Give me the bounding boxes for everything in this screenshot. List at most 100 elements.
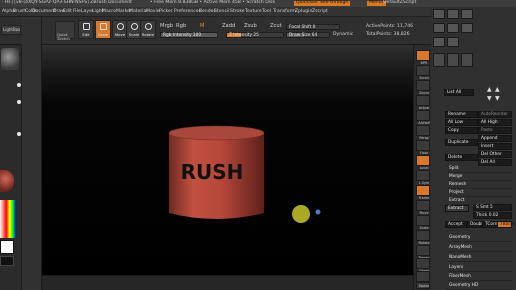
tool-thumb-9[interactable] [433, 53, 445, 67]
menu-texture[interactable]: Texture [245, 9, 262, 15]
menu-macro[interactable]: Macro [102, 9, 116, 15]
tool-thumb-4[interactable] [433, 23, 445, 33]
tool-thumb-7[interactable] [433, 37, 445, 47]
lightbox-button[interactable]: LightBox [1, 25, 21, 35]
scroll-button[interactable]: Scroll [416, 65, 430, 80]
tool-thumb-8[interactable] [447, 37, 459, 47]
arrow-down-icon[interactable]: ▼ [487, 95, 492, 102]
arrow-up-icon[interactable]: ▲ [487, 86, 492, 93]
menu-zscript[interactable]: Zscript [312, 9, 328, 15]
duplicate-button[interactable]: Duplicate [445, 139, 478, 146]
xpose-button[interactable]: Xpose [416, 282, 430, 289]
tool-thumb-3[interactable] [461, 9, 473, 19]
paste-button[interactable]: Paste [478, 127, 512, 134]
draw-size-slider[interactable]: Draw Size 64 [286, 32, 330, 38]
alpha-dot-icon[interactable] [17, 100, 21, 104]
split-subpalette[interactable]: Split [447, 165, 512, 173]
menu-picker[interactable]: Picker [159, 9, 173, 15]
project-subpalette[interactable]: Project [447, 189, 512, 197]
tool-thumb-2[interactable] [447, 9, 459, 19]
frame-button[interactable]: Frame [416, 185, 430, 200]
persp-button[interactable]: Persp [416, 125, 430, 140]
tool-thumb-5[interactable] [447, 23, 459, 33]
nanomesh-section[interactable]: NanoMesh [447, 254, 512, 262]
thick-slider[interactable]: Thick 0.02 [473, 212, 512, 219]
rgb-toggle[interactable]: Rgb [176, 23, 186, 29]
arraymesh-section[interactable]: ArrayMesh [447, 244, 512, 252]
del-other-button[interactable]: Del Other [478, 151, 512, 158]
menu-edit[interactable]: Edit [63, 9, 72, 15]
mrgb-toggle[interactable]: Mrgb [160, 23, 173, 29]
local-button[interactable]: Local [416, 155, 430, 170]
autoreorder-button[interactable]: AutoReorder [478, 111, 512, 118]
menu-material[interactable]: Material [129, 9, 148, 15]
extract-subpalette[interactable]: Extract [447, 197, 473, 205]
transp-button[interactable]: Transp [416, 245, 430, 260]
rename-button[interactable]: Rename [445, 111, 478, 118]
remesh-subpalette[interactable]: Remesh [447, 181, 512, 189]
arrow-up-double-icon[interactable]: ▲ [495, 86, 500, 93]
tool-thumb-11[interactable] [461, 53, 473, 67]
menu-render[interactable]: Render [199, 9, 215, 15]
material-sphere[interactable] [0, 170, 14, 192]
rotate-button[interactable]: Rotate [140, 20, 156, 39]
copy-button[interactable]: Copy [445, 127, 478, 134]
s-smt-slider[interactable]: S Smt 5 [473, 204, 512, 211]
menu-tool[interactable]: Tool [262, 9, 271, 15]
zsub-toggle[interactable]: Zsub [244, 23, 257, 29]
m-toggle[interactable]: M [200, 23, 204, 29]
append-button[interactable]: Append [478, 135, 512, 142]
menu-stroke[interactable]: Stroke [230, 9, 245, 15]
merge-subpalette[interactable]: Merge [447, 173, 512, 181]
zoom-button[interactable]: Zoom [416, 80, 430, 95]
scale-view-button[interactable]: Scale [416, 215, 430, 230]
quick-sketch-button[interactable]: Quick Sketch [55, 21, 75, 40]
dynamic-toggle[interactable]: Dynamic [333, 32, 353, 38]
menu-preferences[interactable]: Preferences [174, 9, 201, 15]
tool-thumb-6[interactable] [461, 23, 473, 33]
main-color-swatch[interactable] [0, 240, 14, 254]
ghost-button[interactable]: Ghost [416, 258, 430, 273]
aahalf-button[interactable]: AAHalf [416, 110, 430, 125]
zcut-toggle[interactable]: Zcut [270, 23, 282, 29]
geometry-section[interactable]: Geometry [447, 234, 512, 242]
accept-button[interactable]: Accept [445, 221, 467, 228]
floor-button[interactable]: Floor [416, 140, 430, 155]
arrow-down-double-icon[interactable]: ▼ [495, 95, 500, 102]
tool-thumb-10[interactable] [447, 53, 459, 67]
stroke-dot-icon[interactable] [17, 83, 21, 87]
rotate-view-button[interactable]: Rotate [416, 230, 430, 245]
texture-dot-icon[interactable] [17, 132, 21, 136]
lsym-button[interactable]: L.Sym [416, 170, 430, 185]
tborder-button[interactable]: TBorde [497, 221, 515, 228]
extract-button[interactable]: Extract [445, 205, 469, 212]
default-zscript-button[interactable]: DefaultZScript [383, 0, 416, 6]
edit-button[interactable]: Edit [78, 20, 94, 39]
menu-zplugin[interactable]: Zplugin [295, 9, 312, 15]
document-canvas[interactable]: RUSH [42, 45, 413, 275]
rgb-intensity-slider[interactable]: Rgb Intensity 100 [160, 32, 218, 38]
actual-button[interactable]: Actual [416, 95, 430, 110]
z-intensity-slider[interactable]: Z Intensity 25 [226, 32, 284, 38]
focal-shift-slider[interactable]: Focal Shift 0 [286, 24, 340, 30]
solo-button[interactable]: Solo [416, 271, 430, 286]
zadd-toggle[interactable]: Zadd [222, 23, 235, 29]
menu-stencil[interactable]: Stencil [214, 9, 230, 15]
geometry-hd-section[interactable]: Geometry HD [447, 282, 512, 290]
draw-button[interactable]: Draw [95, 20, 111, 39]
menu-transform[interactable]: Transform [273, 9, 296, 15]
delete-button[interactable]: Delete [445, 154, 478, 161]
layers-section[interactable]: Layers [447, 264, 512, 272]
menu-file[interactable]: File [73, 9, 81, 15]
list-all-button[interactable]: List All [444, 89, 474, 96]
insert-button[interactable]: Insert [478, 143, 512, 150]
tool-thumb-1[interactable] [433, 9, 445, 19]
move-view-button[interactable]: Move [416, 200, 430, 215]
color-picker[interactable] [0, 200, 16, 238]
double-button[interactable]: Double [467, 221, 485, 228]
all-high-button[interactable]: All High [478, 119, 512, 126]
secondary-color-swatch[interactable] [0, 256, 14, 266]
brush-thumbnail[interactable] [1, 48, 19, 70]
fibermesh-section[interactable]: FiberMesh [447, 273, 512, 281]
bpr-button[interactable]: BPR [416, 50, 430, 65]
